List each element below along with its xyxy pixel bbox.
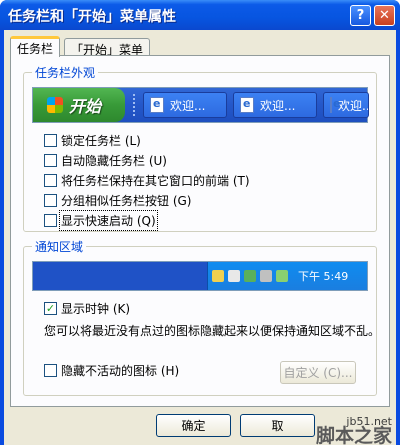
help-button[interactable]: ? — [350, 5, 371, 26]
group-label-notification: 通知区域 — [32, 238, 87, 255]
option-show-clock[interactable]: ✓ 显示时钟 (K) — [44, 299, 130, 317]
windows-logo-icon — [47, 97, 63, 113]
option-label: 锁定任务栏 (L) — [61, 133, 141, 148]
customize-button[interactable]: 自定义 (C)... — [280, 361, 356, 384]
checkbox-checked[interactable]: ✓ — [44, 301, 57, 315]
tab-taskbar[interactable]: 任务栏 — [10, 36, 61, 57]
tray-network-icon — [228, 270, 240, 282]
close-button[interactable]: ✕ — [374, 5, 395, 26]
checkbox[interactable] — [44, 133, 57, 147]
group-label-appearance: 任务栏外观 — [32, 64, 99, 81]
dialog-window: 任务栏和「开始」菜单属性 ? ✕ 任务栏 「开始」菜单 任务栏外观 开始 e 欢… — [0, 0, 400, 445]
task-button-label: 欢迎... — [260, 98, 296, 113]
task-button-3: 欢迎... — [323, 92, 369, 118]
option-label: 分组相似任务栏按钮 (G) — [61, 193, 192, 208]
checkbox[interactable] — [44, 173, 57, 187]
title-bar[interactable]: 任务栏和「开始」菜单属性 ? ✕ — [0, 0, 400, 30]
tray-security-icon — [276, 270, 288, 282]
notification-description: 您可以将最近没有点过的图标隐藏起来以便保持通知区域不乱。 — [44, 324, 381, 338]
option-label: 显示快速启动 (Q) — [59, 209, 158, 231]
watermark: jb51.net 脚本之家 — [315, 415, 392, 445]
tray-monitor-icon — [244, 270, 256, 282]
group-taskbar-appearance: 任务栏外观 开始 欢迎... 欢迎... — [23, 64, 377, 232]
tray-app-icon — [212, 270, 224, 282]
checkbox[interactable] — [44, 153, 57, 167]
cancel-button[interactable]: 取 — [240, 414, 315, 437]
option-quick-launch[interactable]: 显示快速启动 (Q) — [44, 209, 158, 231]
window-title: 任务栏和「开始」菜单属性 — [8, 9, 176, 25]
notification-preview: 下午 5:49 — [32, 261, 368, 291]
close-icon: ✕ — [379, 8, 390, 23]
tab-start-menu[interactable]: 「开始」菜单 — [64, 38, 151, 57]
option-group-buttons[interactable]: 分组相似任务栏按钮 (G) — [44, 191, 191, 209]
help-icon: ? — [356, 8, 365, 23]
ie-document-icon — [150, 97, 164, 113]
option-label: 隐藏不活动的图标 (H) — [61, 363, 180, 378]
option-label: 自动隐藏任务栏 (U) — [61, 153, 167, 168]
option-label: 将任务栏保持在其它窗口的前端 (T) — [61, 173, 250, 188]
option-label: 显示时钟 (K) — [61, 301, 131, 316]
task-button-label: 欢迎... — [170, 98, 206, 113]
watermark-brand: 脚本之家 — [315, 425, 392, 445]
taskbar-grip — [133, 94, 136, 116]
dialog-client-area: 任务栏 「开始」菜单 任务栏外观 开始 欢迎... — [4, 30, 396, 445]
option-lock-taskbar[interactable]: 锁定任务栏 (L) — [44, 131, 141, 149]
ie-document-icon — [240, 97, 254, 113]
tab-panel-taskbar: 任务栏外观 开始 欢迎... 欢迎... — [10, 55, 390, 407]
taskbar-preview: 开始 欢迎... 欢迎... 欢迎... — [32, 87, 369, 123]
option-auto-hide[interactable]: 自动隐藏任务栏 (U) — [44, 151, 167, 169]
task-button-label: 欢迎... — [338, 98, 368, 113]
ok-button[interactable]: 确定 — [156, 414, 231, 437]
tray-volume-icon — [260, 270, 272, 282]
start-label: 开始 — [69, 97, 102, 116]
system-tray-preview: 下午 5:49 — [207, 262, 367, 290]
checkbox[interactable] — [44, 213, 57, 227]
checkbox[interactable] — [44, 193, 57, 207]
option-keep-on-top[interactable]: 将任务栏保持在其它窗口的前端 (T) — [44, 171, 250, 189]
option-hide-inactive[interactable]: 隐藏不活动的图标 (H) — [44, 361, 179, 379]
task-button-1: 欢迎... — [143, 92, 227, 118]
ie-document-icon — [330, 97, 340, 113]
tray-clock: 下午 5:49 — [298, 270, 349, 283]
checkbox[interactable] — [44, 363, 57, 377]
task-button-2: 欢迎... — [233, 92, 317, 118]
group-notification-area: 通知区域 下午 5:49 ✓ 显示时钟 (K) 您可以将最近没有点过的图标隐藏起… — [23, 238, 380, 396]
start-button-preview: 开始 — [33, 88, 125, 122]
